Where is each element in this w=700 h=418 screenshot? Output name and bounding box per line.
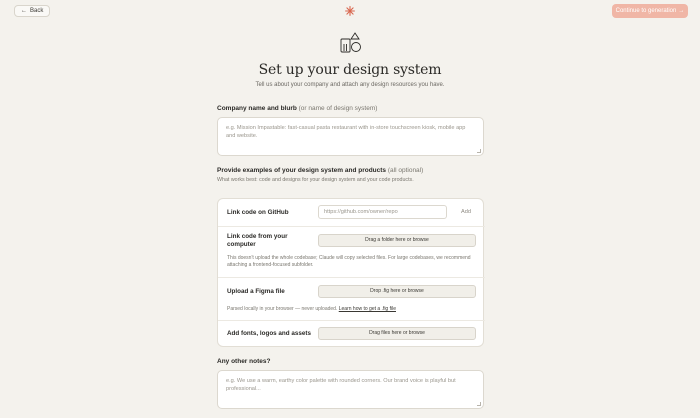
resize-handle-icon[interactable] <box>477 402 481 406</box>
examples-label: Provide examples of your design system a… <box>217 167 423 174</box>
company-blurb-input[interactable]: e.g. Mission Impastable: fast-casual pas… <box>217 117 484 156</box>
github-url-input[interactable]: https://github.com/owner/repo <box>318 205 447 219</box>
examples-label-text: Provide examples of your design system a… <box>217 167 387 174</box>
assets-row-title: Add fonts, logos and assets <box>227 330 311 337</box>
page-subtitle: Tell us about your company and attach an… <box>255 82 445 88</box>
figma-help-link[interactable]: Learn how to get a .fig file <box>339 306 396 312</box>
computer-row-title: Link code from your computer <box>227 233 288 248</box>
examples-label-note: (all optional) <box>387 167 424 174</box>
divider <box>218 226 485 227</box>
company-blurb-placeholder: e.g. Mission Impastable: fast-casual pas… <box>226 125 466 139</box>
resize-handle-icon[interactable] <box>477 149 481 153</box>
notes-input[interactable]: e.g. We use a warm, earthy color palette… <box>217 370 484 409</box>
continue-label: Continue to generation <box>615 8 677 14</box>
folder-drop-zone[interactable]: Drag a folder here or browse <box>318 234 476 247</box>
back-label: Back <box>30 8 44 14</box>
company-label: Company name and blurb (or name of desig… <box>217 105 377 112</box>
company-label-note: (or name of design system) <box>298 105 378 112</box>
github-add-button[interactable]: Add <box>456 205 476 219</box>
claude-logo-icon <box>345 6 355 16</box>
arrow-left-icon: ← <box>21 8 27 14</box>
figma-row-help: Parsed locally in your browser — never u… <box>227 306 477 313</box>
figma-row-title: Upload a Figma file <box>227 288 285 295</box>
divider <box>218 320 485 321</box>
notes-label: Any other notes? <box>217 358 271 365</box>
back-button[interactable]: ← Back <box>14 5 51 17</box>
divider <box>218 277 485 278</box>
top-bar: ← Back Continue to generation → <box>0 0 700 22</box>
continue-to-generation-button[interactable]: Continue to generation → <box>612 4 688 18</box>
notes-placeholder: e.g. We use a warm, earthy color palette… <box>226 378 456 392</box>
resources-card: Link code on GitHub https://github.com/o… <box>217 198 485 347</box>
design-shapes-icon <box>340 32 361 53</box>
examples-help: What works best: code and designs for yo… <box>217 177 414 183</box>
page-title: Set up your design system <box>258 62 442 78</box>
assets-drop-zone[interactable]: Drag files here or browse <box>318 327 476 340</box>
arrow-right-icon: → <box>678 8 685 14</box>
figma-help-text: Parsed locally in your browser — never u… <box>227 306 338 312</box>
figma-drop-zone[interactable]: Drop .fig here or browse <box>318 285 476 298</box>
computer-row-help: This doesn't upload the whole codebase; … <box>227 255 471 268</box>
company-label-text: Company name and blurb <box>217 105 297 112</box>
github-row-title: Link code on GitHub <box>227 209 289 216</box>
